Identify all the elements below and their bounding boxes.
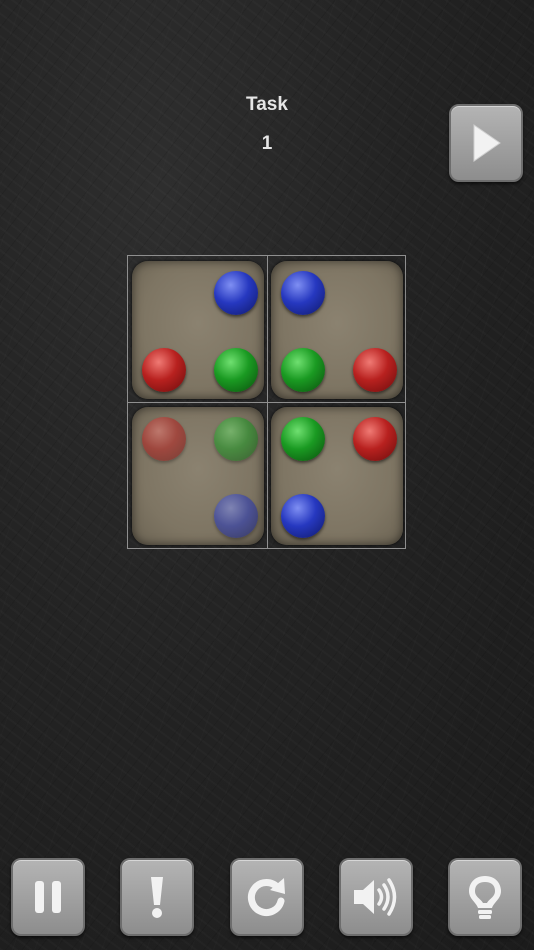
blue-ball xyxy=(281,271,325,315)
pause-button[interactable] xyxy=(11,858,85,936)
blue-ball xyxy=(281,494,325,538)
board-divider-horizontal xyxy=(128,402,405,403)
puzzle-tile[interactable] xyxy=(132,261,264,399)
green-ball xyxy=(281,348,325,392)
green-ball xyxy=(214,417,258,461)
red-ball xyxy=(142,417,186,461)
restart-button[interactable] xyxy=(230,858,304,936)
red-ball xyxy=(353,348,397,392)
puzzle-tile[interactable] xyxy=(132,407,264,545)
blue-ball xyxy=(214,494,258,538)
puzzle-board xyxy=(127,255,406,549)
hint-exclamation-button[interactable] xyxy=(120,858,194,936)
red-ball xyxy=(353,417,397,461)
restart-icon xyxy=(244,874,290,920)
lightbulb-icon xyxy=(465,872,505,922)
next-task-button[interactable] xyxy=(449,104,523,182)
green-ball xyxy=(214,348,258,392)
sound-button[interactable] xyxy=(339,858,413,936)
puzzle-tile[interactable] xyxy=(271,407,403,545)
speaker-icon xyxy=(350,875,402,919)
green-ball xyxy=(281,417,325,461)
blue-ball xyxy=(214,271,258,315)
red-ball xyxy=(142,348,186,392)
pause-icon xyxy=(28,875,68,919)
play-icon xyxy=(466,121,506,165)
lightbulb-hint-button[interactable] xyxy=(448,858,522,936)
exclamation-icon xyxy=(137,873,177,921)
puzzle-tile[interactable] xyxy=(271,261,403,399)
